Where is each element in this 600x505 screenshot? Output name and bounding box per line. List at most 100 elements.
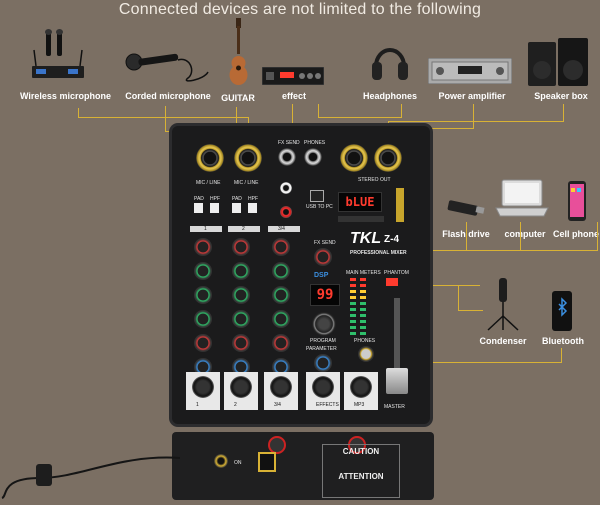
high-knob-ch1[interactable]	[194, 262, 212, 280]
fx-send-jack[interactable]	[278, 148, 296, 166]
brand-logo: TKL	[350, 230, 382, 247]
device-label-computer: computer	[504, 229, 546, 239]
connector-line	[458, 285, 459, 311]
power-switch[interactable]	[258, 452, 276, 472]
rca-jack-left[interactable]	[280, 182, 292, 194]
stereo-out-right[interactable]	[374, 144, 402, 172]
mp3-display: bLUE	[338, 192, 382, 212]
hpf-switch-1[interactable]	[210, 203, 219, 213]
phones-jack-label: PHONES	[304, 140, 326, 146]
effect-unit-icon	[261, 66, 325, 86]
stereo-out-label: STEREO OUT	[358, 177, 391, 183]
mid-knob-ch2[interactable]	[232, 286, 250, 304]
mid-knob-ch1[interactable]	[194, 286, 212, 304]
level-knob[interactable]	[312, 376, 334, 398]
mixer-panel: MIC / LINE MIC / LINE FX SEND PHONES STE…	[172, 126, 430, 424]
level-channel-label: MP3	[354, 402, 365, 408]
low-knob-ch2[interactable]	[232, 310, 250, 328]
meter-led-r	[360, 320, 366, 323]
meter-led-r	[360, 302, 366, 305]
connector-line	[563, 104, 564, 122]
level-knob[interactable]	[270, 376, 292, 398]
power-jack[interactable]	[214, 454, 228, 468]
cell-phone-icon	[567, 180, 587, 222]
meter-led-l	[350, 332, 356, 335]
mixer-rear-panel: ON CAUTION ATTENTION	[172, 432, 434, 500]
page-title: Connected devices are not limited to the…	[118, 1, 482, 18]
hpf-switch-2[interactable]	[248, 203, 257, 213]
level-channel-label: 3/4	[274, 402, 281, 408]
meter-led-l	[350, 296, 356, 299]
meter-led-l	[350, 278, 356, 281]
phantom-label: PHANTOM	[384, 270, 409, 276]
level-knob[interactable]	[192, 376, 214, 398]
phones-level-knob[interactable]	[358, 346, 374, 362]
meter-led-r	[360, 332, 366, 335]
meter-led-r	[360, 284, 366, 287]
level-channel-label: EFFECTS	[316, 402, 339, 408]
caution-box: CAUTION ATTENTION	[322, 444, 400, 498]
parameter-knob[interactable]	[314, 354, 332, 372]
connector-line	[473, 104, 474, 129]
hpf-label-1: HPF	[210, 196, 220, 202]
corded-microphone-icon	[118, 36, 210, 86]
fx-send-label: FX SEND	[314, 240, 336, 246]
dsp-label: DSP	[314, 272, 329, 279]
meter-led-l	[350, 290, 356, 293]
high-knob-ch3[interactable]	[272, 262, 290, 280]
main-meters-label: MAIN METERS	[346, 270, 381, 276]
connector-line	[318, 104, 319, 118]
usb-label: USB TO PC	[306, 204, 333, 210]
meter-led-r	[360, 278, 366, 281]
connector-line	[78, 117, 249, 118]
gain-knob-ch1[interactable]	[194, 238, 212, 256]
model-name: Z-4	[384, 234, 399, 245]
meter-led-l	[350, 314, 356, 317]
stereo-out-left[interactable]	[340, 144, 368, 172]
power-on-label: ON	[234, 460, 242, 466]
bluetooth-icon	[551, 290, 573, 332]
dsp-display: 99	[310, 284, 340, 306]
mp3-control-buttons[interactable]	[338, 216, 384, 222]
level-channel-label: 2	[234, 402, 237, 408]
program-knob[interactable]	[312, 312, 336, 336]
level-knob[interactable]	[350, 376, 372, 398]
gain-knob-ch3[interactable]	[272, 238, 290, 256]
pad-label-1: PAD	[194, 196, 204, 202]
usb-port[interactable]	[310, 190, 324, 202]
fx-knob-ch1[interactable]	[194, 334, 212, 352]
mic-line-label-1: MIC / LINE	[196, 180, 221, 186]
connector-line	[520, 222, 521, 251]
attention-label: ATTENTION	[338, 472, 384, 481]
fx-knob-ch3[interactable]	[272, 334, 290, 352]
level-knob[interactable]	[230, 376, 252, 398]
pad-switch-2[interactable]	[232, 203, 241, 213]
parameter-label: PARAMETER	[306, 346, 337, 352]
fx-send-jack-label: FX SEND	[278, 140, 300, 146]
master-fader-handle[interactable]	[386, 368, 408, 394]
low-knob-ch3[interactable]	[272, 310, 290, 328]
meter-led-r	[360, 326, 366, 329]
connector-line	[401, 104, 402, 118]
low-knob-ch1[interactable]	[194, 310, 212, 328]
phantom-switch[interactable]	[386, 278, 398, 286]
power-cable	[0, 448, 181, 500]
wireless-microphone-icon	[30, 28, 86, 84]
xlr-input-2[interactable]	[234, 144, 262, 172]
fx-send-knob[interactable]	[314, 248, 332, 266]
connector-line	[412, 250, 598, 251]
condenser-microphone-icon	[480, 276, 526, 332]
device-label-condenser: Condenser	[479, 336, 527, 346]
meter-led-l	[350, 326, 356, 329]
mixer-subtitle: PROFESSIONAL MIXER	[350, 250, 407, 256]
device-label-bluetooth: Bluetooth	[542, 336, 584, 346]
gain-knob-ch2[interactable]	[232, 238, 250, 256]
mid-knob-ch3[interactable]	[272, 286, 290, 304]
phones-level-label: PHONES	[354, 338, 376, 344]
xlr-input-1[interactable]	[196, 144, 224, 172]
fx-knob-ch2[interactable]	[232, 334, 250, 352]
phones-jack[interactable]	[304, 148, 322, 166]
high-knob-ch2[interactable]	[232, 262, 250, 280]
rca-jack-right[interactable]	[280, 206, 292, 218]
pad-switch-1[interactable]	[194, 203, 203, 213]
